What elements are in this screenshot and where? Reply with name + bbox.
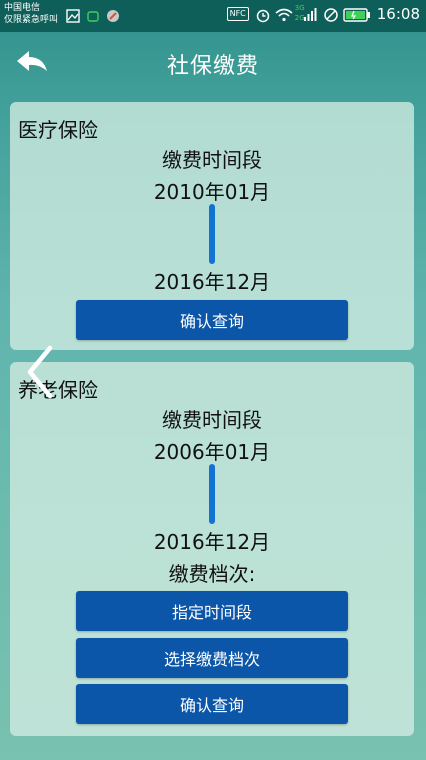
pension-period-label: 缴费时间段 [162, 408, 262, 432]
signal-icon: 3G 2G [295, 4, 317, 22]
page-title: 社保缴费 [166, 54, 259, 79]
pension-confirm-button[interactable]: 确认查询 [76, 684, 348, 724]
medical-insurance-title: 医疗保险 [18, 118, 98, 142]
status-bar: 中国电信 仅限紧急呼叫 NFC 3G 2G 16:08 [0, 0, 426, 32]
medical-period-timeline [209, 204, 215, 264]
pension-start-date[interactable]: 2006年01月 [10, 436, 414, 465]
wifi-icon [275, 7, 293, 22]
pension-period-timeline [209, 464, 215, 524]
previous-page-button[interactable] [20, 340, 60, 404]
carrier-name: 中国电信 [4, 3, 41, 13]
system-icons: NFC 3G 2G 16:08 [226, 4, 420, 23]
pension-insurance-card: 养老保险 缴费时间段 2006年01月 2016年12月 缴费档次: 指定时间段… [10, 362, 414, 736]
pension-end-date[interactable]: 2016年12月 [10, 526, 414, 555]
compass-icon [106, 8, 120, 22]
medical-start-date[interactable]: 2010年01月 [10, 176, 414, 205]
carrier-status: 仅限紧急呼叫 [4, 15, 59, 25]
medical-end-date[interactable]: 2016年12月 [10, 266, 414, 295]
image-icon [66, 8, 80, 23]
battery-icon [343, 7, 371, 22]
medical-confirm-button[interactable]: 确认查询 [76, 300, 348, 340]
app-header: 社保缴费 [0, 32, 426, 92]
medical-period-label: 缴费时间段 [162, 148, 262, 172]
pension-level-label: 缴费档次: [168, 562, 256, 586]
do-not-disturb-icon [323, 7, 338, 22]
clock-time: 16:08 [376, 5, 420, 23]
nfc-icon: NFC [226, 7, 249, 21]
alarm-icon [255, 7, 270, 23]
carrier-info: 中国电信 仅限紧急呼叫 [4, 2, 58, 26]
medical-insurance-card: 医疗保险 缴费时间段 2010年01月 2016年12月 确认查询 [10, 102, 414, 350]
select-level-button[interactable]: 选择缴费档次 [76, 638, 348, 678]
specify-period-button[interactable]: 指定时间段 [76, 591, 348, 631]
app-notification-icon [86, 8, 100, 22]
notification-icons [66, 8, 120, 23]
chevron-left-icon [27, 345, 53, 399]
